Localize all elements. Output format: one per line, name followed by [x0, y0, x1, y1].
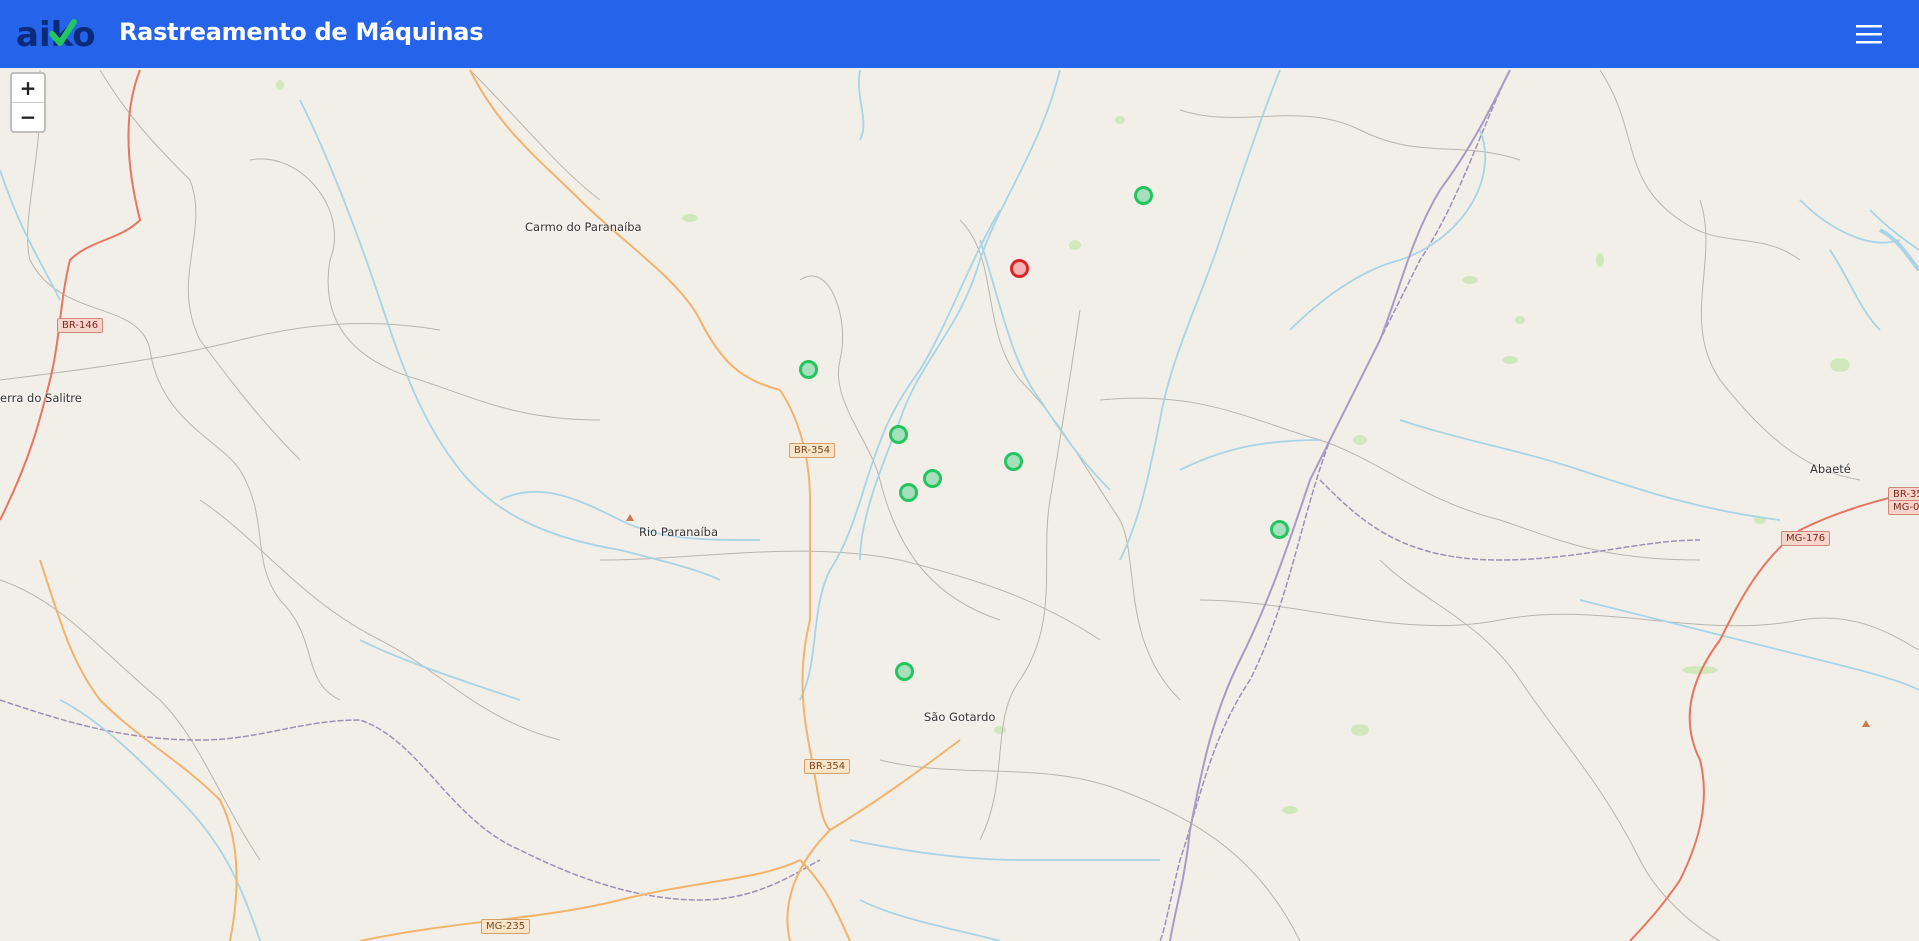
place-label: São Gotardo	[924, 710, 996, 724]
machine-marker[interactable]	[923, 469, 942, 488]
machine-marker[interactable]	[899, 483, 918, 502]
place-label: Rio Paranaíba	[639, 525, 718, 539]
machine-marker-alert[interactable]	[1010, 259, 1029, 278]
hamburger-menu-icon[interactable]	[1853, 18, 1885, 50]
road-shield: BR-354	[804, 759, 851, 774]
app-header: aiko Rastreamento de Máquinas	[0, 0, 1919, 68]
machine-marker[interactable]	[1270, 520, 1289, 539]
machine-marker[interactable]	[1134, 186, 1153, 205]
road-shield: MG-176	[1781, 531, 1831, 546]
machine-marker[interactable]	[799, 360, 818, 379]
road-shield: BR-354	[789, 443, 836, 458]
road-shield: BR-146	[57, 318, 104, 333]
zoom-in-button[interactable]: +	[12, 74, 44, 102]
machine-marker[interactable]	[895, 662, 914, 681]
page-title: Rastreamento de Máquinas	[119, 18, 484, 46]
map-canvas[interactable]: Carmo do Paranaíba Rio Paranaíba São Got…	[0, 68, 1919, 941]
road-shield: MG-235	[481, 919, 531, 934]
place-label: erra do Salitre	[0, 391, 82, 405]
machine-marker[interactable]	[1004, 452, 1023, 471]
place-label: Abaeté	[1810, 462, 1851, 476]
aiko-logo[interactable]: aiko	[16, 10, 96, 56]
road-shield: MG-0	[1888, 500, 1919, 515]
machine-marker[interactable]	[889, 425, 908, 444]
zoom-control: + −	[10, 72, 46, 133]
zoom-out-button[interactable]: −	[12, 102, 44, 131]
place-label: Carmo do Paranaíba	[525, 220, 642, 234]
map-tiles	[0, 69, 1919, 941]
